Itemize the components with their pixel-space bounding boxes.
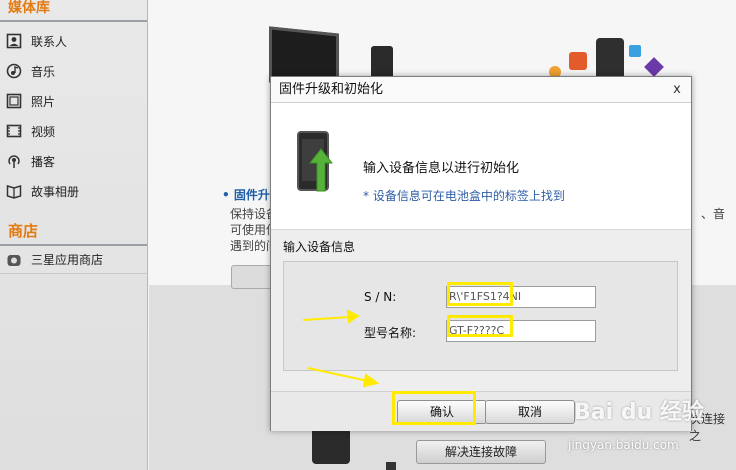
photo-icon: [6, 93, 22, 109]
story-album-icon: [6, 183, 22, 199]
model-name-label: 型号名称:: [364, 326, 417, 340]
section-title: 输入设备信息: [283, 240, 356, 254]
troubleshoot-connection-button[interactable]: 解决连接故障: [416, 440, 546, 464]
cable-image: [386, 462, 396, 470]
highlight-box-serial: [447, 282, 513, 306]
feature-text-fragment: 、音: [701, 207, 726, 221]
sidebar-item-label: 照片: [31, 94, 56, 109]
highlight-box-model: [447, 315, 513, 337]
sidebar: 媒体库 联系人 音乐 照片 视频 播客 故事相册 商店 三星应用商店: [0, 0, 148, 470]
sidebar-item-label: 播客: [31, 154, 56, 169]
music-icon: [6, 63, 22, 79]
sidebar-item-photos[interactable]: 照片: [0, 86, 147, 116]
sidebar-item-contacts[interactable]: 联系人: [0, 26, 147, 56]
highlight-box-confirm: [392, 391, 476, 425]
sidebar-item-story-album[interactable]: 故事相册: [0, 176, 147, 206]
dialog-heading: 输入设备信息以进行初始化: [363, 161, 520, 176]
baidu-watermark-url: jingyan.baidu.com: [568, 438, 679, 452]
sidebar-item-music[interactable]: 音乐: [0, 56, 147, 86]
store-icon: [6, 252, 22, 268]
dialog-hint: * 设备信息可在电池盒中的标签上找到: [363, 189, 565, 203]
baidu-watermark-logo: Bai du 经验: [574, 400, 704, 425]
firmware-init-dialog: 固件升级和初始化 x 输入设备信息以进行初始化 * 设备信息可在电池盒中的标签上…: [270, 76, 692, 431]
sidebar-item-label: 音乐: [31, 64, 56, 79]
sidebar-item-label: 故事相册: [31, 184, 80, 199]
serial-number-label: S / N:: [364, 290, 397, 304]
sidebar-item-label: 视频: [31, 124, 56, 139]
sidebar-item-label: 三星应用商店: [31, 253, 104, 267]
video-icon: [6, 123, 22, 139]
store-header: 商店: [0, 216, 147, 246]
device-info-section: 输入设备信息 S / N: R\'F1FS1?4NI 型号名称: GT-F???…: [271, 229, 691, 391]
cancel-button[interactable]: 取消: [485, 400, 575, 424]
phone-image: [312, 428, 350, 464]
sidebar-item-samsung-store[interactable]: 三星应用商店: [0, 246, 147, 274]
sidebar-item-podcasts[interactable]: 播客: [0, 146, 147, 176]
dialog-titlebar: 固件升级和初始化 x: [271, 77, 691, 103]
contacts-icon: [6, 33, 22, 49]
app-icon-decoration: [569, 52, 587, 70]
podcast-icon: [6, 153, 22, 169]
sidebar-item-videos[interactable]: 视频: [0, 116, 147, 146]
upgrade-arrow-icon: [309, 148, 333, 192]
sidebar-item-label: 联系人: [31, 34, 68, 49]
phone-image: [371, 46, 393, 80]
media-library-header: 媒体库: [0, 0, 147, 22]
dialog-header-area: 输入设备信息以进行初始化 * 设备信息可在电池盒中的标签上找到: [271, 103, 691, 229]
app-icon-decoration: [629, 45, 641, 57]
close-icon[interactable]: x: [669, 77, 685, 103]
dialog-title: 固件升级和初始化: [279, 82, 384, 97]
